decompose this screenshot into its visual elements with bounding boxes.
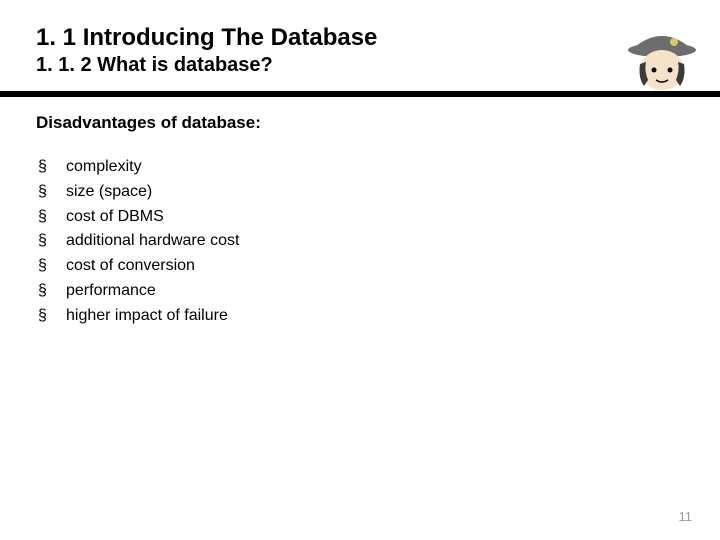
list-item: size (space) xyxy=(36,180,720,205)
page-number: 11 xyxy=(679,509,693,524)
slide-subtitle: 1. 1. 2 What is database? xyxy=(36,54,720,77)
slide: 1. 1 Introducing The Database 1. 1. 2 Wh… xyxy=(0,0,720,540)
list-item: cost of conversion xyxy=(36,254,720,279)
list-item: performance xyxy=(36,279,720,304)
list-item: higher impact of failure xyxy=(36,304,720,329)
list-item: additional hardware cost xyxy=(36,229,720,254)
bullet-list: complexity size (space) cost of DBMS add… xyxy=(36,155,720,329)
avatar xyxy=(626,20,698,92)
section-heading: Disadvantages of database: xyxy=(36,113,720,133)
title-block: 1. 1 Introducing The Database 1. 1. 2 Wh… xyxy=(0,0,720,77)
list-item: cost of DBMS xyxy=(36,205,720,230)
content: Disadvantages of database: complexity si… xyxy=(0,97,720,329)
list-item: complexity xyxy=(36,155,720,180)
slide-title: 1. 1 Introducing The Database xyxy=(36,24,720,52)
